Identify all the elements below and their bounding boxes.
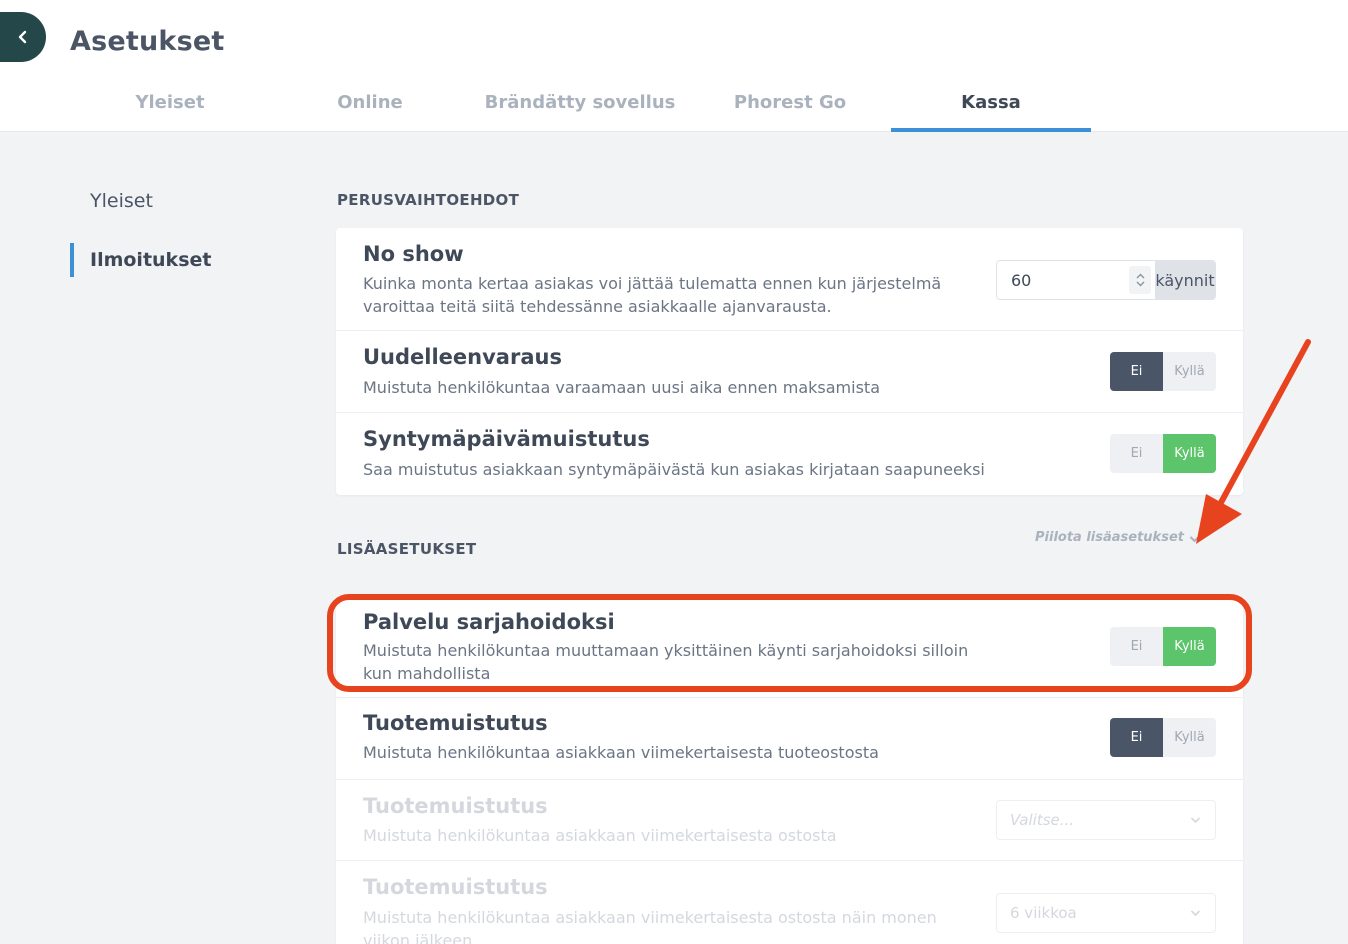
toggle-no-option[interactable]: Ei — [1110, 434, 1163, 473]
birthday-toggle: Ei Kyllä — [1110, 434, 1216, 473]
setting-title: Syntymäpäivämuistutus — [363, 427, 650, 451]
setting-description: Saa muistutus asiakkaan syntymäpäivästä … — [363, 460, 985, 479]
setting-row-no-show: No show Kuinka monta kertaa asiakas voi … — [336, 228, 1243, 331]
tab-kassa[interactable]: Kassa — [891, 82, 1091, 132]
chevron-down-icon — [1190, 910, 1201, 917]
page-title: Asetukset — [70, 26, 225, 57]
rebooking-toggle: Ei Kyllä — [1110, 352, 1216, 391]
course-toggle: Ei Kyllä — [1110, 627, 1216, 666]
back-button[interactable] — [0, 12, 46, 62]
toggle-yes-option[interactable]: Kyllä — [1163, 627, 1216, 666]
setting-description: Kuinka monta kertaa asiakas voi jättää t… — [363, 274, 942, 316]
section-title-basic: PERUSVAIHTOEHDOT — [337, 191, 520, 209]
weeks-select[interactable]: 6 viikkoa — [996, 893, 1216, 933]
chevron-down-icon — [1189, 536, 1200, 543]
sidebar-item-yleiset[interactable]: Yleiset — [70, 184, 153, 218]
setting-row-product: Tuotemuistutus Muistuta henkilökuntaa as… — [336, 698, 1243, 780]
setting-row-product-weeks: Tuotemuistutus Muistuta henkilökuntaa as… — [336, 861, 1243, 944]
hide-advanced-link[interactable]: Piilota lisäasetukset — [1035, 530, 1200, 545]
toggle-yes-option[interactable]: Kyllä — [1163, 434, 1216, 473]
hide-advanced-label: Piilota lisäasetukset — [1035, 530, 1184, 545]
setting-row-birthday: Syntymäpäivämuistutus Saa muistutus asia… — [336, 413, 1243, 495]
setting-title: Uudelleenvaraus — [363, 345, 562, 369]
chevron-down-icon — [1190, 817, 1201, 824]
setting-description: Muistuta henkilökuntaa asiakkaan viimeke… — [363, 826, 837, 845]
setting-row-rebooking: Uudelleenvaraus Muistuta henkilökuntaa v… — [336, 331, 1243, 413]
toggle-yes-option[interactable]: Kyllä — [1163, 352, 1216, 391]
chevron-left-icon — [18, 30, 27, 44]
toggle-yes-option[interactable]: Kyllä — [1163, 718, 1216, 757]
no-show-count-stepper: käynnit — [996, 260, 1216, 300]
tab-yleiset[interactable]: Yleiset — [70, 82, 270, 132]
toggle-no-option[interactable]: Ei — [1110, 352, 1163, 391]
setting-row-product-purchase: Tuotemuistutus Muistuta henkilökuntaa as… — [336, 780, 1243, 861]
setting-description: Muistuta henkilökuntaa asiakkaan viimeke… — [363, 743, 879, 762]
purchase-select[interactable]: Valitse... — [996, 800, 1216, 840]
no-show-count-input[interactable] — [997, 261, 1129, 299]
toggle-no-option[interactable]: Ei — [1110, 627, 1163, 666]
setting-title: Tuotemuistutus — [363, 794, 548, 818]
setting-title: Tuotemuistutus — [363, 711, 548, 735]
section-title-advanced: LISÄASETUKSET — [337, 540, 477, 558]
sidebar-item-ilmoitukset[interactable]: Ilmoitukset — [70, 243, 211, 277]
product-toggle: Ei Kyllä — [1110, 718, 1216, 757]
advanced-settings-card: Palvelu sarjahoidoksi Muistuta henkilöku… — [336, 600, 1243, 944]
setting-title: Tuotemuistutus — [363, 875, 548, 899]
number-spinner[interactable] — [1129, 266, 1151, 294]
select-placeholder: Valitse... — [1010, 811, 1075, 829]
setting-row-course: Palvelu sarjahoidoksi Muistuta henkilöku… — [336, 600, 1243, 698]
chevron-up-icon — [1136, 273, 1144, 279]
setting-description: Muistuta henkilökuntaa asiakkaan viimeke… — [363, 908, 937, 944]
basic-settings-card: No show Kuinka monta kertaa asiakas voi … — [336, 228, 1243, 495]
setting-title: Palvelu sarjahoidoksi — [363, 610, 615, 634]
setting-description: Muistuta henkilökuntaa muuttamaan yksitt… — [363, 641, 969, 683]
page-header: Asetukset Yleiset Online Brändätty sovel… — [0, 0, 1348, 132]
chevron-down-icon — [1136, 281, 1144, 287]
tab-branded-app[interactable]: Brändätty sovellus — [480, 82, 680, 132]
toggle-no-option[interactable]: Ei — [1110, 718, 1163, 757]
select-value: 6 viikkoa — [1010, 904, 1077, 922]
unit-label: käynnit — [1155, 261, 1215, 299]
tab-online[interactable]: Online — [270, 82, 470, 132]
setting-description: Muistuta henkilökuntaa varaamaan uusi ai… — [363, 378, 880, 397]
setting-title: No show — [363, 242, 464, 266]
tab-phorest-go[interactable]: Phorest Go — [690, 82, 890, 132]
